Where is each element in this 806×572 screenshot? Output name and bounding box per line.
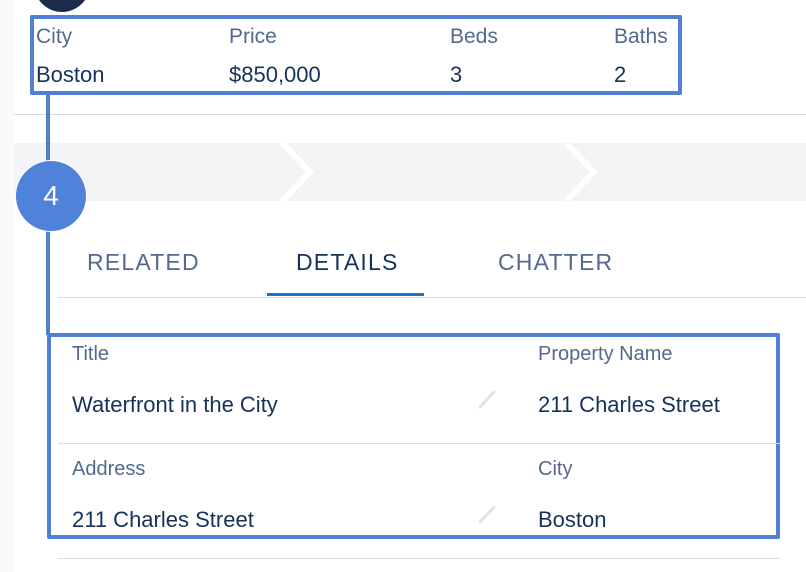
tab-chatter[interactable]: CHATTER (498, 249, 613, 276)
tab-details[interactable]: DETAILS (296, 249, 399, 276)
summary-value-price: $850,000 (229, 62, 321, 87)
summary-label-city: City (36, 25, 73, 48)
highlight-box-summary (30, 15, 682, 95)
pencil-icon[interactable] (476, 503, 498, 525)
field-label-title: Title (72, 343, 110, 365)
summary-value-city: Boston (36, 62, 105, 87)
tab-active-indicator (267, 293, 424, 296)
field-row-divider-bottom (58, 558, 780, 559)
field-label-city: City (538, 458, 573, 480)
tabs-divider (58, 297, 806, 298)
path-chevrons (279, 143, 599, 201)
summary-label-baths: Baths (614, 25, 668, 48)
field-label-property-name: Property Name (538, 343, 673, 365)
field-value-address: 211 Charles Street (72, 507, 254, 532)
field-label-address: Address (72, 458, 146, 480)
field-value-property-name: 211 Charles Street (538, 392, 720, 417)
step-badge: 4 (16, 161, 86, 231)
tab-related[interactable]: RELATED (87, 249, 200, 276)
field-row-divider (58, 443, 780, 444)
summary-label-beds: Beds (450, 25, 498, 48)
path-bar (14, 143, 806, 201)
header-divider (14, 114, 806, 115)
summary-value-baths: 2 (614, 62, 627, 87)
pencil-icon[interactable] (476, 388, 498, 410)
field-value-title: Waterfront in the City (72, 392, 278, 417)
summary-label-price: Price (229, 25, 277, 48)
summary-value-beds: 3 (450, 62, 463, 87)
field-value-city: Boston (538, 507, 607, 532)
